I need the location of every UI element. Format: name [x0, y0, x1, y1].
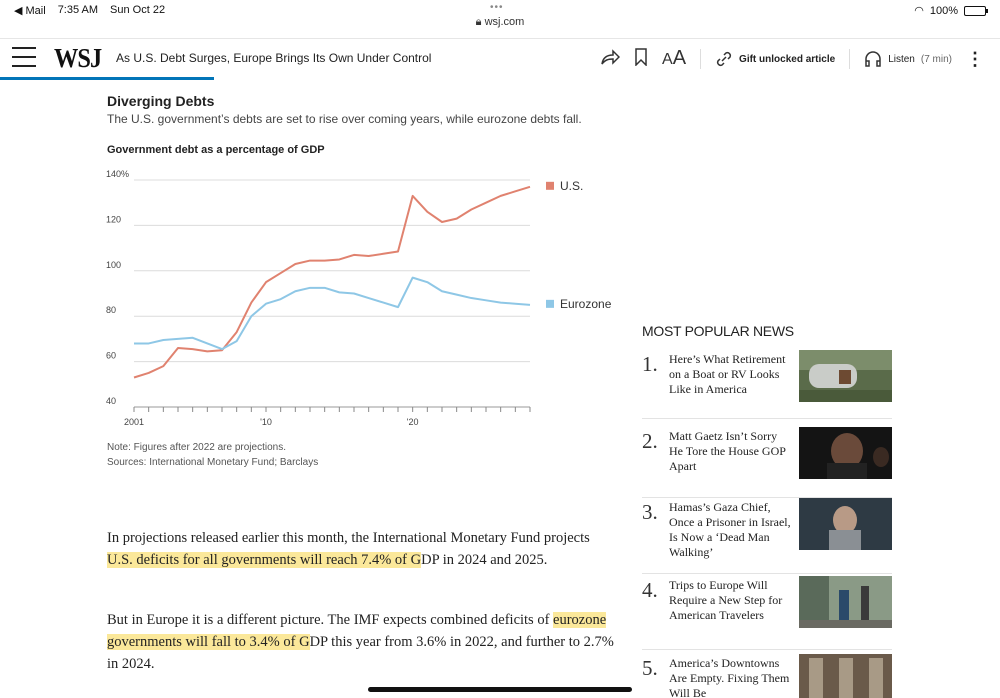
wsj-logo[interactable]: WSJ [54, 43, 102, 74]
most-popular-item[interactable]: 2. Matt Gaetz Isn’t Sorry He Tore the Ho… [642, 427, 892, 491]
header-headline: As U.S. Debt Surges, Europe Brings Its O… [116, 51, 432, 65]
divider [700, 49, 702, 69]
divider [642, 573, 892, 574]
y-tick-label: 60 [106, 351, 116, 361]
divider [849, 49, 851, 69]
thumbnail-image[interactable] [799, 498, 892, 550]
url-bar[interactable]: 🔒︎ wsj.com [0, 16, 1000, 29]
lock-icon: 🔒︎ [475, 16, 482, 28]
debt-line-chart: 140% 120 100 80 60 40 2001 '10 '20 U.S. Eurozone [106, 169, 612, 427]
y-tick-label: 120 [106, 214, 121, 224]
most-popular-headline[interactable]: Here’s What Retirement on a Boat or RV L… [669, 352, 793, 397]
listen-duration: (7 min) [920, 53, 952, 65]
listen-label: Listen [888, 53, 915, 65]
x-tick-label: 2001 [124, 417, 144, 427]
text-size-icon[interactable]: AA [662, 47, 686, 71]
gift-article-button[interactable]: Gift unlocked article [715, 50, 835, 68]
divider [642, 418, 892, 419]
gift-article-label: Gift unlocked article [739, 53, 836, 65]
legend-label: Eurozone [560, 297, 612, 311]
thumbnail-image[interactable] [799, 350, 892, 402]
y-tick-label: 80 [106, 305, 116, 315]
y-tick-label: 140% [106, 169, 129, 179]
most-popular-headline[interactable]: America’s Downtowns Are Empty. Fixing Th… [669, 656, 793, 698]
bookmark-icon[interactable] [634, 47, 648, 71]
legend-swatch [546, 299, 554, 308]
more-options-icon[interactable]: ⋮ [966, 49, 984, 70]
tab-dots-icon[interactable]: ••• [490, 2, 504, 13]
highlight: U.S. deficits for all governments will r… [107, 552, 422, 568]
battery-percent: 100% [929, 4, 958, 17]
home-indicator [368, 687, 632, 692]
chart-title: Diverging Debts [107, 93, 215, 109]
series-line-us [133, 185, 531, 379]
chart-subtitle: The U.S. government’s debts are set to r… [107, 112, 582, 126]
most-popular-item[interactable]: 4. Trips to Europe Will Require a New St… [642, 576, 892, 640]
x-tick-label: '10 [260, 417, 272, 427]
most-popular-headline[interactable]: Hamas’s Gaza Chief, Once a Prisoner in I… [669, 500, 793, 560]
thumbnail-image[interactable] [799, 576, 892, 628]
url-text: wsj.com [484, 16, 525, 28]
chart-label: Government debt as a percentage of GDP [107, 144, 325, 156]
legend-swatch [546, 181, 554, 190]
x-tick-label: '20 [407, 417, 419, 427]
article-paragraph: But in Europe it is a different picture.… [107, 612, 614, 672]
share-icon[interactable] [600, 48, 621, 71]
y-tick-label: 100 [106, 260, 121, 270]
chart-notes: Note: Figures after 2022 are projections… [107, 440, 318, 470]
most-popular-item[interactable]: 3. Hamas’s Gaza Chief, Once a Prisoner i… [642, 498, 892, 562]
thumbnail-image[interactable] [799, 427, 892, 479]
divider [642, 649, 892, 650]
reading-progress-bar [0, 77, 214, 80]
y-tick-label: 40 [106, 396, 116, 406]
chart-note: Note: Figures after 2022 are projections… [107, 442, 286, 453]
series-line-eurozone [134, 276, 531, 351]
battery-icon [964, 5, 988, 16]
most-popular-headline[interactable]: Trips to Europe Will Require a New Step … [669, 578, 793, 623]
most-popular-title: MOST POPULAR NEWS [642, 323, 794, 339]
menu-icon[interactable] [12, 47, 36, 69]
listen-button[interactable]: Listen (7 min) [864, 50, 952, 68]
headphones-icon [865, 51, 881, 67]
thumbnail-image[interactable] [799, 654, 892, 698]
chart-sources: Sources: International Monetary Fund; Ba… [107, 457, 319, 468]
most-popular-item[interactable]: 5. America’s Downtowns Are Empty. Fixing… [642, 654, 892, 698]
legend-label: U.S. [560, 179, 583, 193]
most-popular-item[interactable]: 1. Here’s What Retirement on a Boat or R… [642, 350, 892, 414]
site-header: WSJ As U.S. Debt Surges, Europe Brings I… [0, 38, 1000, 80]
most-popular-headline[interactable]: Matt Gaetz Isn’t Sorry He Tore the House… [669, 429, 793, 474]
link-icon [717, 51, 732, 67]
article-paragraph: In projections released earlier this mon… [107, 530, 590, 568]
